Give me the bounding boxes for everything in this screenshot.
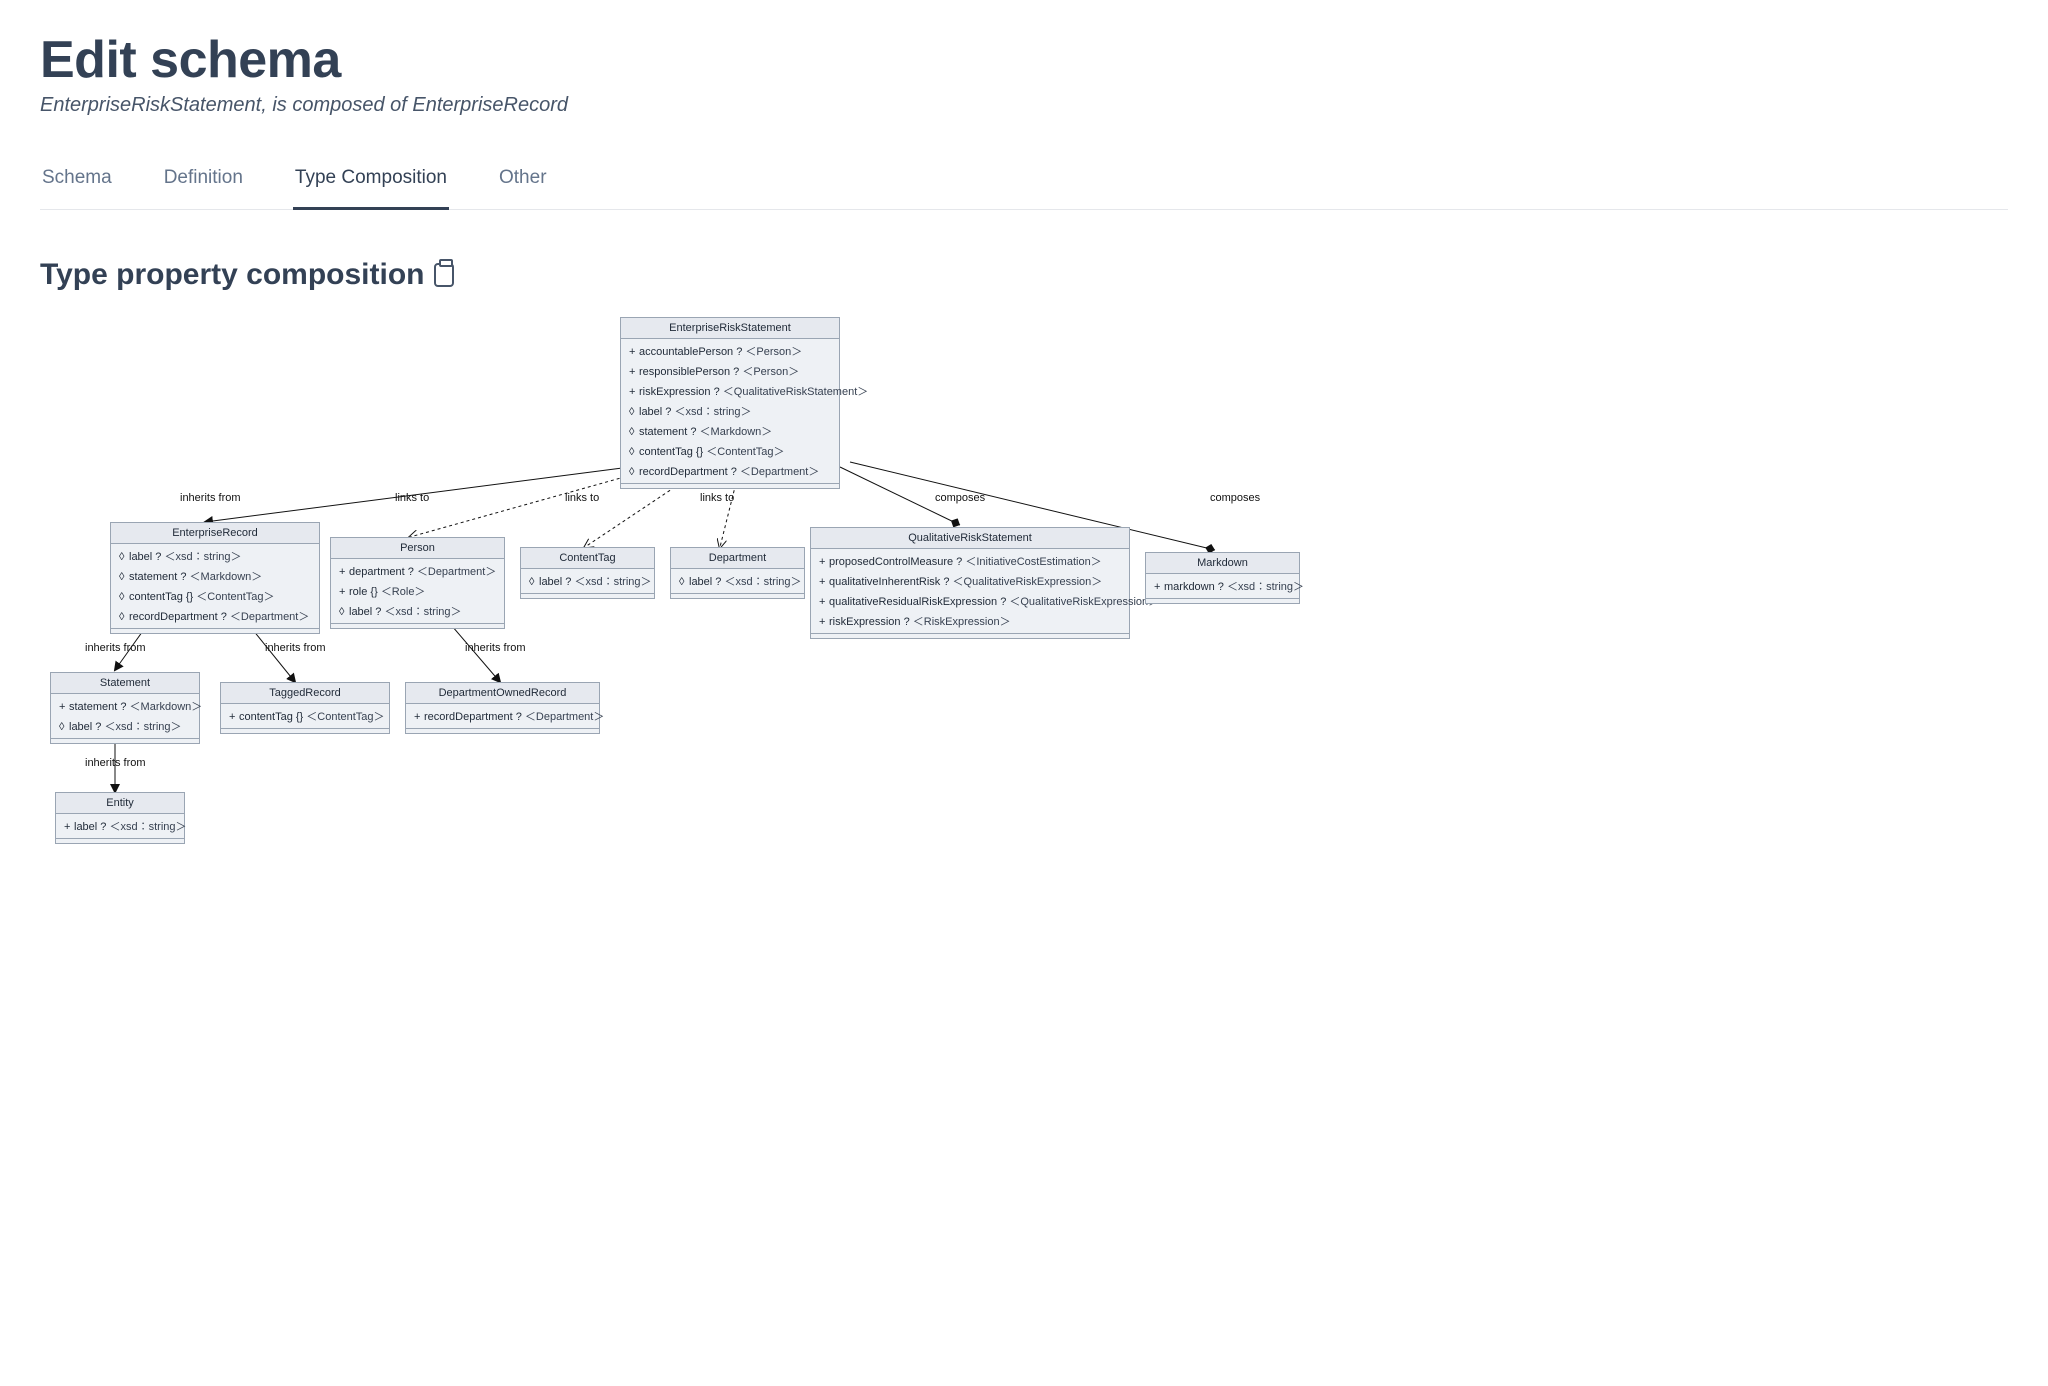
property-row: +responsiblePerson ? ＜Person＞ bbox=[621, 361, 839, 381]
class-title: Person bbox=[331, 538, 504, 559]
class-box-entity[interactable]: Entity +label ? ＜xsd∶string＞ bbox=[55, 792, 185, 844]
class-box-content-tag[interactable]: ContentTag ◊label ? ＜xsd∶string＞ bbox=[520, 547, 655, 599]
property-row: ◊label ? ＜xsd∶string＞ bbox=[671, 571, 804, 591]
edge-label-links: links to bbox=[395, 492, 429, 504]
tab-other[interactable]: Other bbox=[497, 157, 549, 209]
class-title: DepartmentOwnedRecord bbox=[406, 683, 599, 704]
property-row: ◊recordDepartment ? ＜Department＞ bbox=[111, 606, 319, 626]
tabs: Schema Definition Type Composition Other bbox=[40, 157, 2008, 210]
edge-label-inherits: inherits from bbox=[85, 757, 146, 769]
tab-schema[interactable]: Schema bbox=[40, 157, 114, 209]
class-box-department[interactable]: Department ◊label ? ＜xsd∶string＞ bbox=[670, 547, 805, 599]
property-row: ◊label ? ＜xsd∶string＞ bbox=[521, 571, 654, 591]
class-title: Markdown bbox=[1146, 553, 1299, 574]
class-body: ◊label ? ＜xsd∶string＞ bbox=[671, 569, 804, 594]
property-row: +proposedControlMeasure ? ＜InitiativeCos… bbox=[811, 551, 1129, 571]
property-row: +statement ? ＜Markdown＞ bbox=[51, 696, 199, 716]
property-row: ◊label ? ＜xsd∶string＞ bbox=[621, 401, 839, 421]
property-row: ◊label ? ＜xsd∶string＞ bbox=[51, 716, 199, 736]
edge-label-links: links to bbox=[565, 492, 599, 504]
class-title: Department bbox=[671, 548, 804, 569]
property-row: ◊label ? ＜xsd∶string＞ bbox=[111, 546, 319, 566]
section-title-text: Type property composition bbox=[40, 258, 424, 292]
property-row: ◊label ? ＜xsd∶string＞ bbox=[331, 601, 504, 621]
property-row: +department ? ＜Department＞ bbox=[331, 561, 504, 581]
tab-definition[interactable]: Definition bbox=[162, 157, 245, 209]
edge-label-composes: composes bbox=[1210, 492, 1260, 504]
edge-label-inherits: inherits from bbox=[265, 642, 326, 654]
property-row: +contentTag {} ＜ContentTag＞ bbox=[221, 706, 389, 726]
property-row: ◊contentTag {} ＜ContentTag＞ bbox=[621, 441, 839, 461]
type-composition-diagram: inherits from links to links to links to… bbox=[40, 312, 1300, 872]
property-row: ◊contentTag {} ＜ContentTag＞ bbox=[111, 586, 319, 606]
property-row: +accountablePerson ? ＜Person＞ bbox=[621, 341, 839, 361]
class-title: EnterpriseRecord bbox=[111, 523, 319, 544]
property-row: +recordDepartment ? ＜Department＞ bbox=[406, 706, 599, 726]
class-box-qualitative-risk-statement[interactable]: QualitativeRiskStatement +proposedContro… bbox=[810, 527, 1130, 639]
class-title: Statement bbox=[51, 673, 199, 694]
property-row: ◊statement ? ＜Markdown＞ bbox=[621, 421, 839, 441]
class-body: +markdown ? ＜xsd∶string＞ bbox=[1146, 574, 1299, 599]
class-box-department-owned-record[interactable]: DepartmentOwnedRecord +recordDepartment … bbox=[405, 682, 600, 734]
property-row: +label ? ＜xsd∶string＞ bbox=[56, 816, 184, 836]
property-row: ◊recordDepartment ? ＜Department＞ bbox=[621, 461, 839, 481]
property-row: ◊statement ? ＜Markdown＞ bbox=[111, 566, 319, 586]
class-box-statement[interactable]: Statement +statement ? ＜Markdown＞◊label … bbox=[50, 672, 200, 744]
class-body: +label ? ＜xsd∶string＞ bbox=[56, 814, 184, 839]
page-subtitle: EnterpriseRiskStatement, is composed of … bbox=[40, 94, 2008, 117]
property-row: +riskExpression ? ＜RiskExpression＞ bbox=[811, 611, 1129, 631]
class-box-tagged-record[interactable]: TaggedRecord +contentTag {} ＜ContentTag＞ bbox=[220, 682, 390, 734]
class-title: Entity bbox=[56, 793, 184, 814]
class-title: TaggedRecord bbox=[221, 683, 389, 704]
edge-label-composes: composes bbox=[935, 492, 985, 504]
class-body: +recordDepartment ? ＜Department＞ bbox=[406, 704, 599, 729]
property-row: +qualitativeResidualRiskExpression ? ＜Qu… bbox=[811, 591, 1129, 611]
edge-label-inherits: inherits from bbox=[85, 642, 146, 654]
class-box-person[interactable]: Person +department ? ＜Department＞+role {… bbox=[330, 537, 505, 629]
class-title: EnterpriseRiskStatement bbox=[621, 318, 839, 339]
property-row: +riskExpression ? ＜QualitativeRiskStatem… bbox=[621, 381, 839, 401]
property-row: +markdown ? ＜xsd∶string＞ bbox=[1146, 576, 1299, 596]
property-row: +qualitativeInherentRisk ? ＜QualitativeR… bbox=[811, 571, 1129, 591]
class-body: +accountablePerson ? ＜Person＞+responsibl… bbox=[621, 339, 839, 484]
class-box-enterprise-record[interactable]: EnterpriseRecord ◊label ? ＜xsd∶string＞◊s… bbox=[110, 522, 320, 634]
class-body: +contentTag {} ＜ContentTag＞ bbox=[221, 704, 389, 729]
edge-label-inherits: inherits from bbox=[465, 642, 526, 654]
class-box-markdown[interactable]: Markdown +markdown ? ＜xsd∶string＞ bbox=[1145, 552, 1300, 604]
page-title: Edit schema bbox=[40, 30, 2008, 90]
class-title: QualitativeRiskStatement bbox=[811, 528, 1129, 549]
section-heading: Type property composition bbox=[40, 258, 2008, 292]
tab-type-composition[interactable]: Type Composition bbox=[293, 157, 449, 210]
edge-label-links: links to bbox=[700, 492, 734, 504]
class-title: ContentTag bbox=[521, 548, 654, 569]
clipboard-icon[interactable] bbox=[434, 263, 454, 287]
class-body: +statement ? ＜Markdown＞◊label ? ＜xsd∶str… bbox=[51, 694, 199, 739]
class-box-enterprise-risk-statement[interactable]: EnterpriseRiskStatement +accountablePers… bbox=[620, 317, 840, 489]
edge-label-inherits: inherits from bbox=[180, 492, 241, 504]
class-body: ◊label ? ＜xsd∶string＞ bbox=[521, 569, 654, 594]
property-row: +role {} ＜Role＞ bbox=[331, 581, 504, 601]
class-body: +proposedControlMeasure ? ＜InitiativeCos… bbox=[811, 549, 1129, 634]
class-body: ◊label ? ＜xsd∶string＞◊statement ? ＜Markd… bbox=[111, 544, 319, 629]
class-body: +department ? ＜Department＞+role {} ＜Role… bbox=[331, 559, 504, 624]
